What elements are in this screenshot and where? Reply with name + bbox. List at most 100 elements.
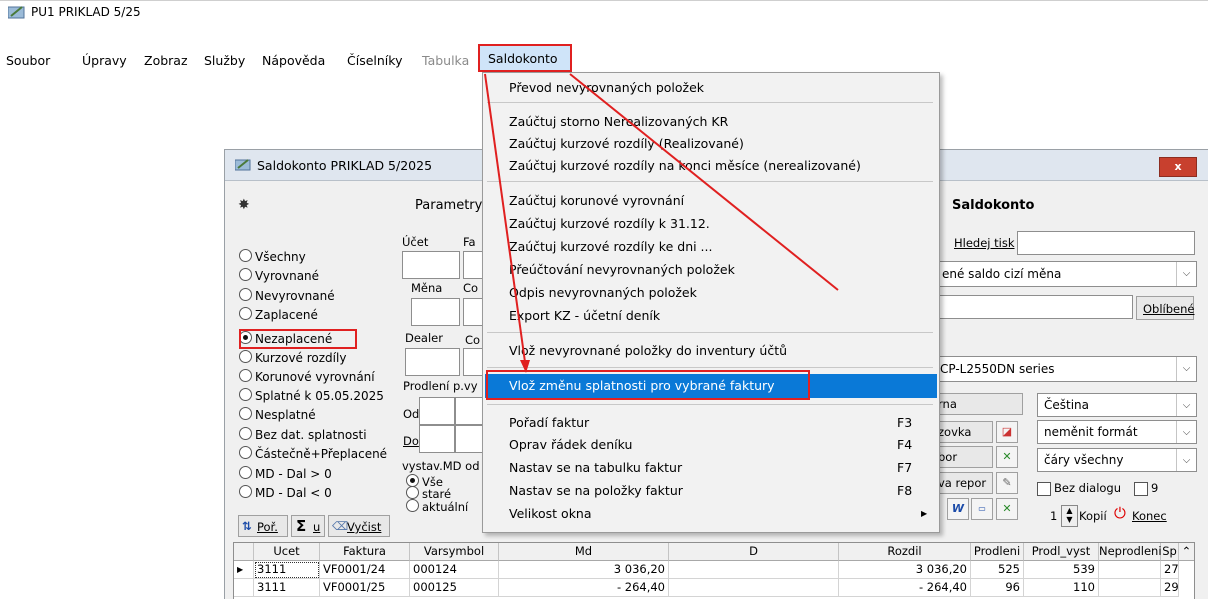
close-button[interactable]: x: [1159, 157, 1197, 177]
menu-item-poradi-faktur[interactable]: Pořadí faktur F3: [509, 415, 919, 430]
dealer-field[interactable]: [405, 348, 460, 376]
menu-item-korunove-vyrovnani[interactable]: Zaúčtuj korunové vyrovnání: [509, 193, 684, 208]
co2-field[interactable]: [463, 348, 483, 376]
hledej-input[interactable]: [1017, 231, 1195, 255]
grid-header[interactable]: Sp: [1161, 543, 1179, 561]
menu-item-export-kz[interactable]: Export KZ - účetní deník: [509, 308, 660, 323]
scroll-up-icon[interactable]: ⌃: [1179, 543, 1194, 561]
word-icon[interactable]: W: [947, 498, 969, 520]
menu-item-kurzove-ke-dni[interactable]: Zaúčtuj kurzové rozdíly ke dni ...: [509, 239, 712, 254]
pdf-icon[interactable]: ◪: [996, 421, 1018, 443]
table-cell[interactable]: - 264,40: [499, 579, 669, 597]
table-cell[interactable]: [1099, 579, 1161, 597]
excel-icon[interactable]: ✕: [996, 498, 1018, 520]
oblibene-button[interactable]: Oblíbené: [1136, 296, 1194, 320]
table-cell[interactable]: 000124: [410, 561, 499, 579]
do-field-2[interactable]: [455, 425, 483, 453]
mena-field[interactable]: [411, 298, 460, 326]
menu-soubor[interactable]: Soubor: [6, 53, 50, 68]
table-cell[interactable]: 539: [1024, 561, 1099, 579]
table-cell[interactable]: [669, 561, 839, 579]
menu-item-preuctovani[interactable]: Přeúčtování nevyrovnaných položek: [509, 262, 735, 277]
fa-field[interactable]: [463, 251, 483, 279]
grid-header[interactable]: Neprodleni: [1099, 543, 1162, 561]
table-cell[interactable]: 3 036,20: [839, 561, 971, 579]
sum-button[interactable]: Σ u: [291, 515, 325, 537]
grid-header[interactable]: D: [669, 543, 839, 561]
nine-checkbox[interactable]: [1134, 482, 1148, 496]
menu-item-prevod[interactable]: Převod nevyrovnaných položek: [509, 80, 704, 95]
menu-item-kurzove-3112[interactable]: Zaúčtuj kurzové rozdíly k 31.12.: [509, 216, 710, 231]
grid-header[interactable]: Rozdil: [839, 543, 971, 561]
radio-nevyrovnane[interactable]: Nevyrovnané: [239, 288, 335, 306]
report-select[interactable]: ené saldo cizí měna ⌵: [925, 261, 1197, 287]
menu-item-oprav-radek[interactable]: Oprav řádek deníku F4: [509, 437, 919, 452]
radio-kurzove-rozdily[interactable]: Kurzové rozdíly: [239, 350, 346, 368]
format-select[interactable]: neměnit formát ⌵: [1037, 420, 1197, 444]
grid-header[interactable]: Prodl_vyst: [1024, 543, 1099, 561]
radio-castecne-preplacene[interactable]: Částečně+Přeplacené: [239, 446, 387, 464]
table-cell[interactable]: - 264,40: [839, 579, 971, 597]
menu-item-inventura[interactable]: Vlož nevyrovnané položky do inventury úč…: [509, 343, 787, 358]
table-cell[interactable]: 3111: [254, 561, 320, 579]
tiskarna-button[interactable]: rna: [931, 393, 1023, 415]
uprava-reportu-button[interactable]: va repor: [931, 472, 993, 494]
grid-header[interactable]: Ucet: [254, 543, 320, 561]
printer-select[interactable]: CP-L2550DN series ⌵: [931, 356, 1197, 382]
do-field-1[interactable]: [419, 425, 455, 453]
menu-sluzby[interactable]: Služby: [204, 53, 245, 68]
excel-icon[interactable]: ✕: [996, 446, 1018, 468]
soubor-button[interactable]: bor: [931, 446, 993, 468]
radio-splatne[interactable]: Splatné k 05.05.2025: [239, 388, 384, 406]
spin-icon[interactable]: ▲ ▼: [1061, 505, 1078, 527]
grid-header[interactable]: Faktura: [320, 543, 410, 561]
od-field-1[interactable]: [419, 397, 455, 425]
table-cell[interactable]: 3 036,20: [499, 561, 669, 579]
gear-icon[interactable]: ✸: [238, 197, 250, 213]
konec-button[interactable]: Konec: [1132, 509, 1167, 523]
radio-md-dal-negative[interactable]: MD - Dal < 0: [239, 485, 332, 503]
radio-aktualni[interactable]: aktuální: [406, 499, 468, 517]
table-cell[interactable]: 27: [1161, 561, 1179, 579]
oblibene-field[interactable]: [915, 295, 1133, 319]
menu-item-velikost-okna[interactable]: Velikost okna ▶: [509, 506, 929, 521]
menu-item-polozky-faktur[interactable]: Nastav se na položky faktur F8: [509, 483, 919, 498]
menu-item-storno-kr[interactable]: Zaúčtuj storno Nerealizovaných KR: [509, 114, 728, 129]
table-cell[interactable]: 110: [1024, 579, 1099, 597]
radio-bez-dat-splatnosti[interactable]: Bez dat. splatnosti: [239, 427, 367, 445]
radio-md-dal-positive[interactable]: MD - Dal > 0: [239, 466, 332, 484]
radio-nesplatne[interactable]: Nesplatné: [239, 407, 316, 425]
table-cell[interactable]: VF0001/25: [320, 579, 410, 597]
table-cell[interactable]: [669, 579, 839, 597]
table-cell[interactable]: 96: [971, 579, 1024, 597]
bez-dialogu-checkbox[interactable]: [1037, 482, 1051, 496]
language-select[interactable]: Čeština ⌵: [1037, 393, 1197, 417]
grid-header[interactable]: Md: [499, 543, 669, 561]
menu-napoveda[interactable]: Nápověda: [262, 53, 325, 68]
menu-tabulka[interactable]: Tabulka: [422, 53, 469, 68]
radio-vyrovnane[interactable]: Vyrovnané: [239, 268, 319, 286]
poradi-button[interactable]: ⇅ Poř.: [238, 515, 288, 537]
menu-ciselniky[interactable]: Číselníky: [347, 53, 402, 68]
table-cell[interactable]: VF0001/24: [320, 561, 410, 579]
lines-select[interactable]: čáry všechny ⌵: [1037, 448, 1197, 472]
radio-vsechny[interactable]: Všechny: [239, 249, 306, 267]
table-cell[interactable]: 000125: [410, 579, 499, 597]
menu-upravy[interactable]: Úpravy: [82, 53, 127, 68]
table-cell[interactable]: 525: [971, 561, 1024, 579]
grid-header[interactable]: Varsymbol: [410, 543, 499, 561]
co1-field[interactable]: [463, 298, 483, 326]
ucet-field[interactable]: [402, 251, 460, 279]
vycist-button[interactable]: ⌫ Vyčist: [328, 515, 390, 537]
radio-zaplacene[interactable]: Zaplacené: [239, 307, 318, 325]
power-icon[interactable]: ⏻: [1114, 504, 1126, 522]
od-field-2[interactable]: [455, 397, 483, 425]
table-cell[interactable]: 3111: [254, 579, 320, 597]
menu-item-odpis[interactable]: Odpis nevyrovnaných položek: [509, 285, 697, 300]
menu-item-tabulka-faktur[interactable]: Nastav se na tabulku faktur F7: [509, 460, 919, 475]
menu-saldokonto[interactable]: Saldokonto: [478, 44, 572, 72]
grid-header[interactable]: Prodleni: [971, 543, 1024, 561]
table-cell[interactable]: 29: [1161, 579, 1179, 597]
radio-korunove-vyrovnani[interactable]: Korunové vyrovnání: [239, 369, 375, 387]
menu-zobraz[interactable]: Zobraz: [144, 53, 188, 68]
